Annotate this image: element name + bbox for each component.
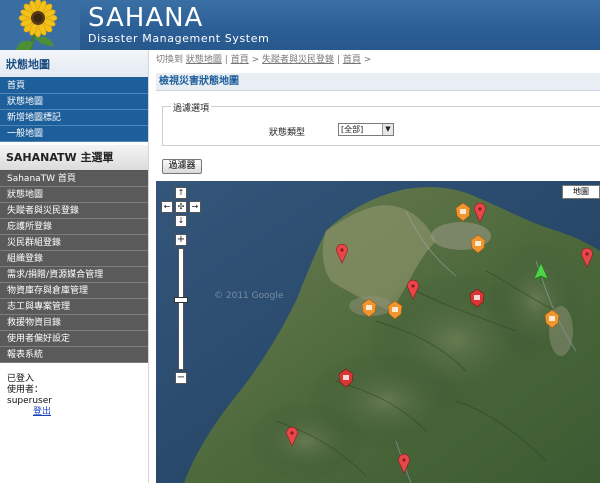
zoom-slider-handle[interactable] <box>174 296 188 303</box>
user-label: 使用者： <box>7 385 44 395</box>
sidebar-item-missing-persons[interactable]: 失蹤者與災民登錄 <box>0 203 148 219</box>
logged-in-label: 已登入 <box>7 374 35 384</box>
breadcrumb-arrow-2: > <box>363 55 372 65</box>
sidebar-item-reports[interactable]: 報表系統 <box>0 347 148 363</box>
breadcrumb-home-link[interactable]: 首頁 <box>231 55 249 65</box>
status-type-selected-value: [全部] <box>341 125 364 134</box>
status-type-label: 狀態類型 <box>269 128 306 138</box>
app-name: SAHANA <box>88 3 204 33</box>
app-subtitle: Disaster Management System <box>88 32 270 45</box>
filter-fieldset: 過濾選項 狀態類型 [全部] ▼ <box>162 101 600 146</box>
sunflower-logo-icon <box>0 0 80 50</box>
sidebar-item-inventory[interactable]: 物資庫存與倉庫管理 <box>0 283 148 299</box>
map-type-button[interactable]: 地圖 <box>562 185 600 199</box>
pan-right-icon[interactable]: → <box>189 201 201 213</box>
sidebar-item-sahanatw-home[interactable]: SahanaTW 首頁 <box>0 171 148 187</box>
sidebar: 狀態地圖 首頁 狀態地圖 新增地圖標記 一般地圖 SAHANATW 主選單 Sa… <box>0 50 149 483</box>
satellite-map-image <box>156 181 600 483</box>
filter-button[interactable]: 過濾器 <box>162 159 202 174</box>
status-type-select[interactable]: [全部] ▼ <box>338 123 394 136</box>
breadcrumb: 切換到 狀態地圖 | 首頁 > 失蹤者與災民登錄 | 首頁 > <box>156 52 371 65</box>
breadcrumb-missing-link[interactable]: 失蹤者與災民登錄 <box>262 55 334 65</box>
username: superuser <box>7 396 52 406</box>
pan-center-icon[interactable]: ✣ <box>175 201 187 213</box>
main-content: 切換到 狀態地圖 | 首頁 > 失蹤者與災民登錄 | 首頁 > 檢視災害狀態地圖… <box>149 50 600 483</box>
logout-link[interactable]: 登出 <box>33 407 51 418</box>
sidebar-item-general-map[interactable]: 一般地圖 <box>0 126 148 142</box>
zoom-in-icon[interactable]: + <box>175 234 187 246</box>
status-map[interactable]: © 2011 Google 地圖 ↑ ← ✣ → ↓ + − <box>156 181 600 483</box>
breadcrumb-home-link-2[interactable]: 首頁 <box>343 55 361 65</box>
filter-legend: 過濾選項 <box>171 101 212 114</box>
sidebar-item-catalog[interactable]: 救援物資目錄 <box>0 315 148 331</box>
zoom-slider-track[interactable] <box>178 248 184 370</box>
sidebar-item-organizations[interactable]: 組織登錄 <box>0 251 148 267</box>
breadcrumb-status-map-link[interactable]: 狀態地圖 <box>186 55 222 65</box>
sidebar-section-title-status-map: 狀態地圖 <box>0 50 148 78</box>
sidebar-item-status-map-main[interactable]: 狀態地圖 <box>0 187 148 203</box>
pan-up-icon[interactable]: ↑ <box>175 187 187 199</box>
sidebar-item-add-map-marker[interactable]: 新增地圖標記 <box>0 110 148 126</box>
sidebar-item-volunteers[interactable]: 志工與專案管理 <box>0 299 148 315</box>
sidebar-item-home[interactable]: 首頁 <box>0 78 148 94</box>
breadcrumb-arrow: > <box>251 55 260 65</box>
page-title-bar: 檢視災害狀態地圖 <box>156 73 600 91</box>
sidebar-item-shelters[interactable]: 庇護所登錄 <box>0 219 148 235</box>
zoom-out-icon[interactable]: − <box>175 372 187 384</box>
sidebar-item-request-management[interactable]: 需求/捐贈/資源媒合管理 <box>0 267 148 283</box>
login-info: 已登入 使用者： superuser 登出 <box>0 374 148 418</box>
sidebar-section-title-main-menu: SAHANATW 主選單 <box>0 145 148 171</box>
map-watermark: © 2011 Google <box>214 291 284 301</box>
pan-down-icon[interactable]: ↓ <box>175 215 187 227</box>
app-header: SAHANA Disaster Management System <box>0 0 600 50</box>
breadcrumb-separator: | <box>224 55 228 65</box>
breadcrumb-prefix: 切換到 <box>156 55 184 65</box>
sidebar-item-victim-groups[interactable]: 災民群組登錄 <box>0 235 148 251</box>
page-title: 檢視災害狀態地圖 <box>159 76 239 87</box>
breadcrumb-separator-2: | <box>336 55 340 65</box>
chevron-down-icon[interactable]: ▼ <box>382 124 393 135</box>
sidebar-item-status-map[interactable]: 狀態地圖 <box>0 94 148 110</box>
sidebar-item-preferences[interactable]: 使用者偏好設定 <box>0 331 148 347</box>
pan-left-icon[interactable]: ← <box>161 201 173 213</box>
